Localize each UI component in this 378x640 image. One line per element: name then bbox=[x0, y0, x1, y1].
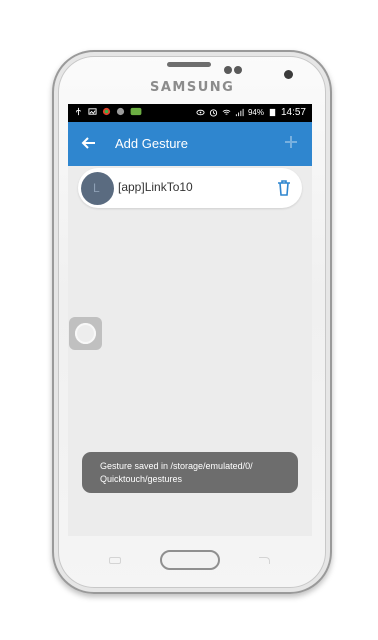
app-icon bbox=[102, 107, 111, 116]
gesture-list-item[interactable]: L [app]LinkTo10 bbox=[78, 168, 302, 208]
back-key[interactable] bbox=[259, 557, 270, 564]
sync-icon bbox=[130, 107, 142, 116]
app-bar: Add Gesture bbox=[68, 122, 312, 166]
wifi-icon bbox=[222, 109, 231, 115]
page-title: Add Gesture bbox=[115, 136, 188, 151]
signal-icon bbox=[235, 108, 244, 117]
front-camera bbox=[284, 70, 293, 79]
light-sensor bbox=[234, 66, 242, 74]
floating-touch-inner bbox=[75, 323, 96, 344]
circle-icon bbox=[116, 107, 125, 116]
home-button[interactable] bbox=[160, 550, 220, 570]
battery-percent: 94% bbox=[247, 108, 264, 117]
alarm-icon bbox=[209, 109, 218, 117]
toast-message: Gesture saved in /storage/emulated/0/ Qu… bbox=[82, 452, 298, 493]
back-arrow-icon[interactable] bbox=[80, 134, 98, 152]
battery-icon bbox=[269, 108, 276, 117]
avatar-letter: L bbox=[93, 181, 100, 195]
menu-key[interactable] bbox=[109, 557, 121, 564]
status-left-icons bbox=[74, 107, 142, 116]
usb-icon bbox=[76, 107, 81, 116]
gesture-name: [app]LinkTo10 bbox=[118, 180, 193, 194]
status-right-icons: 94% 14:57 bbox=[196, 107, 306, 118]
screen: 94% 14:57 Add Gesture L [app]LinkTo10 Ge… bbox=[68, 104, 312, 536]
trash-icon[interactable] bbox=[277, 180, 291, 196]
status-time: 14:57 bbox=[280, 107, 306, 118]
image-icon bbox=[88, 108, 97, 115]
earpiece bbox=[167, 62, 211, 67]
eye-icon bbox=[196, 109, 205, 116]
toast-text: Gesture saved in /storage/emulated/0/ Qu… bbox=[100, 461, 253, 484]
avatar: L bbox=[81, 172, 114, 205]
floating-touch-button[interactable] bbox=[69, 317, 102, 350]
plus-icon[interactable] bbox=[282, 133, 300, 151]
status-bar: 94% 14:57 bbox=[68, 104, 312, 122]
proximity-sensor bbox=[224, 66, 232, 74]
brand-logo: SAMSUNG bbox=[150, 80, 235, 95]
